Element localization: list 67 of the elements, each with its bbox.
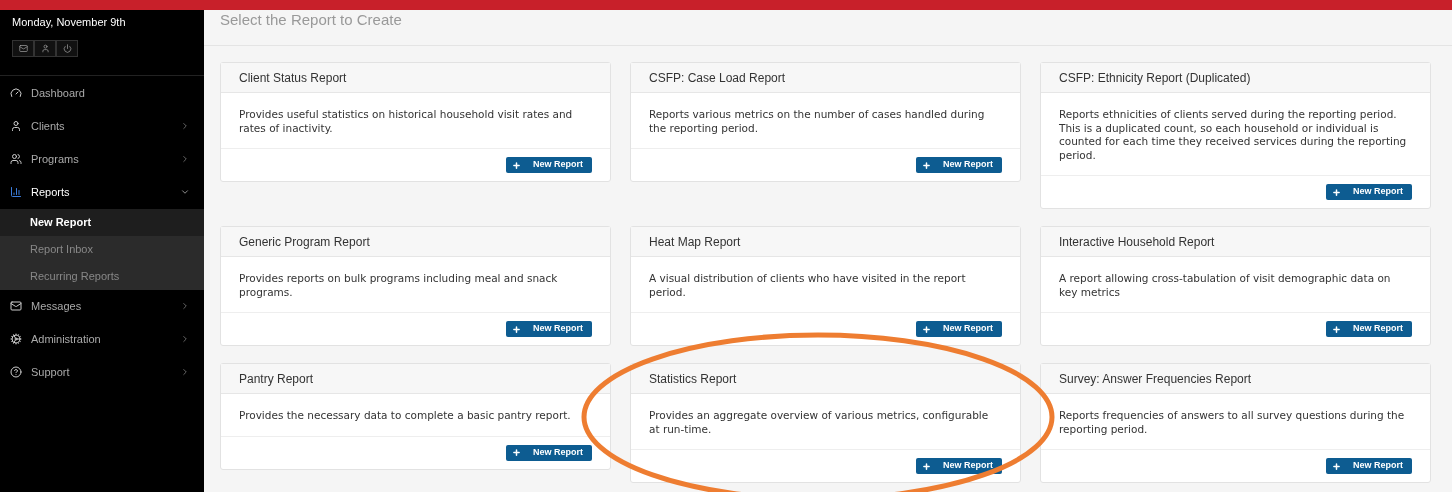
page-title: Select the Report to Create (220, 10, 402, 30)
new-report-button[interactable]: New Report (506, 321, 592, 337)
card-title: Pantry Report (239, 370, 314, 388)
card-title: Heat Map Report (649, 233, 741, 251)
card-description: Provides reports on bulk programs including meal and snack programs. (239, 272, 559, 299)
card-title: Client Status Report (239, 69, 347, 87)
bar-chart-icon (10, 186, 22, 198)
chevron-icon (180, 301, 190, 311)
nav-item[interactable]: Clients (0, 109, 204, 143)
user-icon (10, 120, 22, 132)
chevron-icon (180, 154, 190, 164)
nav-item[interactable]: Messages (0, 289, 204, 323)
power-button[interactable] (56, 39, 78, 57)
chevron-icon (180, 367, 190, 377)
mail-button[interactable] (12, 39, 34, 57)
nav-item[interactable]: Reports (0, 175, 204, 209)
nav-item[interactable]: Support (0, 355, 204, 389)
submenu-item[interactable]: Report Inbox (0, 235, 204, 263)
card-title: Survey: Answer Frequencies Report (1059, 370, 1252, 388)
card-title: CSFP: Case Load Report (649, 69, 786, 87)
users-icon (10, 153, 22, 165)
card-description: A report allowing cross-tabulation of visit demographic data on key metrics (1059, 272, 1392, 299)
card-title: Interactive Household Report (1059, 233, 1215, 251)
new-report-button[interactable]: New Report (506, 157, 592, 173)
new-report-button[interactable]: New Report (916, 157, 1002, 173)
card-description: Reports ethnicities of clients served during the reporting period. This is a duplicated count, so each household or individual is counted for each time they received services during the reporting period. (1059, 108, 1408, 162)
card-description: Reports various metrics on the number of cases handled during the reporting period. (649, 108, 986, 135)
new-report-button[interactable]: New Report (1326, 321, 1412, 337)
plus-icon (922, 160, 931, 170)
power-icon (62, 43, 72, 53)
plus-icon (1332, 461, 1341, 471)
help-icon (10, 366, 22, 378)
mail-icon (18, 43, 28, 53)
user-button[interactable] (34, 39, 56, 57)
nav-item[interactable]: Programs (0, 142, 204, 176)
date-label: Monday, November 9th (11, 15, 127, 30)
plus-icon (512, 160, 521, 170)
dashboard-icon (10, 87, 22, 99)
gear-icon (10, 333, 22, 345)
new-report-button[interactable]: New Report (506, 444, 592, 461)
chevron-icon (180, 121, 190, 131)
plus-icon (922, 324, 931, 334)
new-report-button[interactable]: New Report (916, 321, 1002, 337)
plus-icon (512, 324, 521, 334)
nav-item[interactable]: Administration (0, 322, 204, 356)
card-description: Reports frequencies of answers to all survey questions during the reporting period. (1059, 409, 1406, 436)
card-description: Provides the necessary data to complete a basic pantry report. (239, 409, 572, 423)
card-description: A visual distribution of clients who have visited in the report period. (649, 272, 967, 299)
submenu-item[interactable]: Recurring Reports (0, 262, 204, 290)
nav-item[interactable]: Dashboard (0, 76, 204, 110)
mail-icon (10, 300, 22, 312)
plus-icon (512, 448, 521, 457)
card-description: Provides useful statistics on historical household visit rates and rates of inactivity. (239, 108, 574, 135)
card-title: Generic Program Report (239, 233, 370, 251)
card-title: CSFP: Ethnicity Report (Duplicated) (1059, 69, 1251, 87)
new-report-button[interactable]: New Report (916, 458, 1002, 474)
plus-icon (1332, 187, 1341, 197)
chevron-icon (180, 187, 190, 197)
card-description: Provides an aggregate overview of various metrics, configurable at run-time. (649, 409, 990, 436)
card-title: Statistics Report (649, 370, 737, 388)
chevron-icon (180, 334, 190, 344)
plus-icon (922, 461, 931, 471)
new-report-button[interactable]: New Report (1326, 458, 1412, 474)
new-report-button[interactable]: New Report (1326, 184, 1412, 200)
user-icon (40, 43, 50, 53)
plus-icon (1332, 324, 1341, 334)
submenu-item[interactable]: New Report (0, 208, 204, 236)
